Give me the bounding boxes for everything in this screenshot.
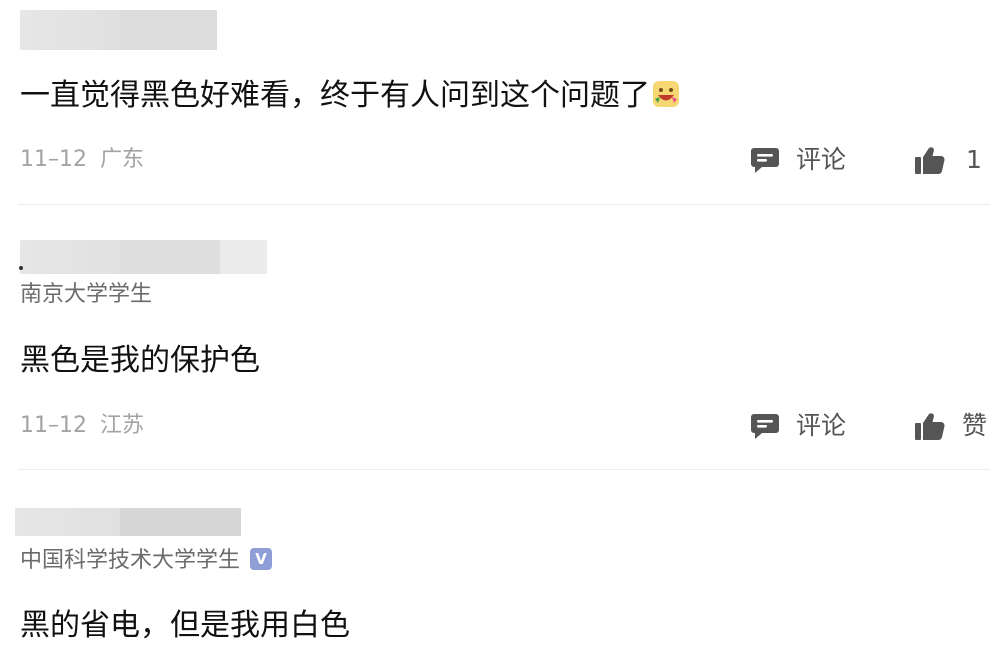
thumbs-up-icon [915,147,945,175]
comment-date: 11–12 [20,147,87,172]
laughing-emoji-icon [653,80,679,107]
comment-button[interactable]: 评论 [750,411,846,441]
comment-text: 黑色是我的保护色 [20,343,260,378]
divider [18,469,990,470]
blurred-username[interactable] [15,508,241,536]
comment-text: 黑的省电，但是我用白色 [20,608,350,643]
comment-date: 11–12 [20,413,87,438]
divider [18,204,990,205]
comment-region: 江苏 [100,413,145,438]
user-affiliation: 中国科学技术大学学生 V [20,547,273,575]
like-label: 赞 [962,411,988,440]
like-button[interactable]: 赞 [914,411,987,441]
user-affiliation-text: 中国科学技术大学学生 [20,548,241,573]
thumbs-up-icon [915,413,945,441]
user-affiliation: 南京大学学生 [20,282,153,307]
comment-text-content: 一直觉得黑色好难看，终于有人问到这个问题了 [20,78,650,113]
comment-region: 广东 [100,147,145,172]
comment-meta: 11–12 江苏 [20,411,144,441]
comment-text: 一直觉得黑色好难看，终于有人问到这个问题了 [20,76,680,116]
comment-bubble-icon [751,148,779,173]
comment-button-label: 评论 [796,145,847,174]
blurred-username[interactable] [20,10,217,50]
comment-meta: 11–12 广东 [20,145,144,175]
comment-button[interactable]: 评论 [750,145,846,175]
comment-bubble-icon [751,414,779,439]
comment-button-label: 评论 [796,411,847,440]
like-button[interactable]: 1 [914,145,982,175]
verified-badge-icon: V [250,548,273,570]
like-count: 1 [966,145,982,174]
blurred-username[interactable] [20,240,267,274]
avatar-fragment [19,266,23,270]
